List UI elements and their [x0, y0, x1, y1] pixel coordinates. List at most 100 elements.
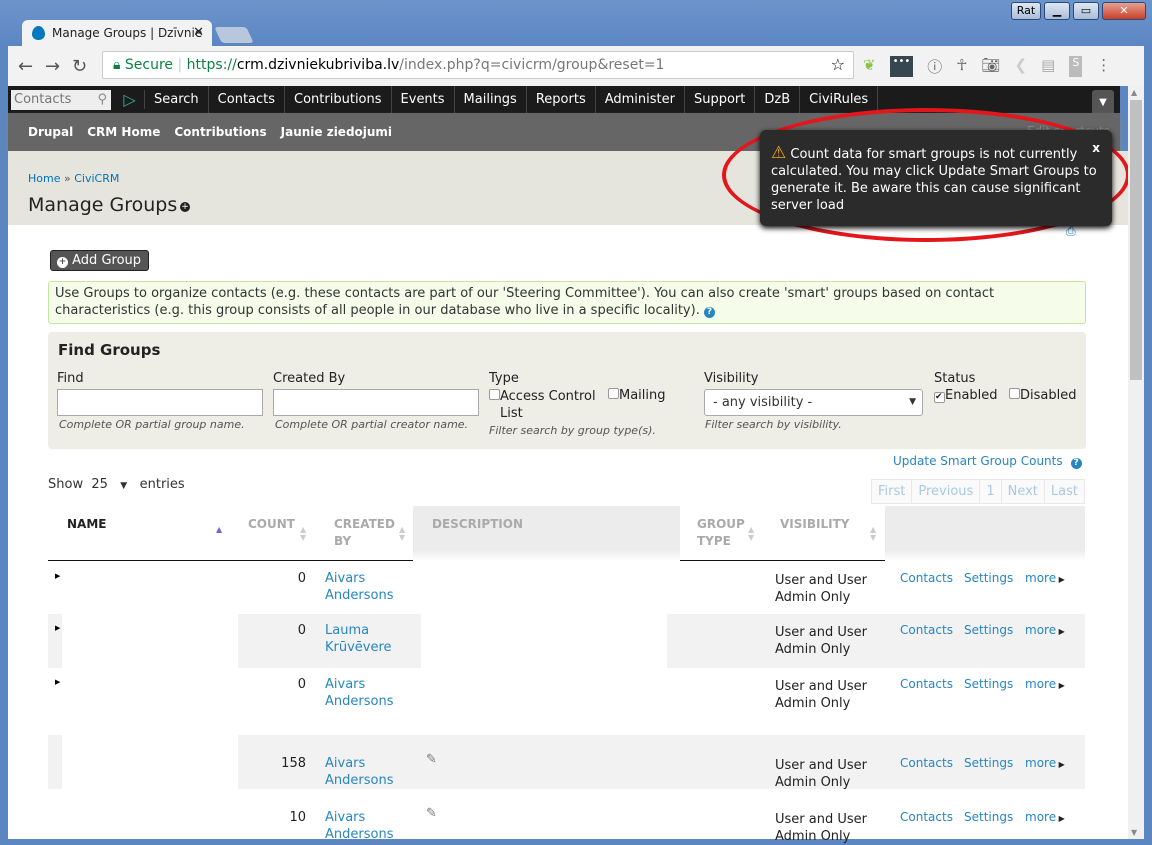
edit-pencil-icon[interactable]: ✎ [426, 751, 437, 768]
edit-pencil-icon[interactable]: ✎ [426, 805, 437, 822]
shortcut-crm-home[interactable]: CRM Home [87, 125, 160, 139]
entries-select[interactable]: 25 ▼ [91, 477, 127, 492]
creator-link[interactable]: Aivars Andersons [325, 676, 405, 710]
col-name[interactable]: NAME ▲ [48, 506, 230, 561]
help-icon[interactable]: ? [1070, 458, 1082, 469]
menu-mailings[interactable]: Mailings [455, 86, 527, 113]
menu-reports[interactable]: Reports [527, 86, 596, 113]
scroll-up-icon[interactable]: ▲ [1131, 88, 1137, 97]
more-menu[interactable]: more ▶ [1025, 676, 1065, 694]
caret-right-icon: ▶ [1056, 681, 1065, 690]
creator-link[interactable]: Aivars Andersons [325, 809, 405, 843]
back-icon[interactable]: ← [18, 56, 33, 77]
shortcut-contributions[interactable]: Contributions [174, 125, 266, 139]
expand-row-icon[interactable]: ▶ [55, 624, 60, 632]
maximize-button[interactable]: ▭ [1073, 2, 1099, 20]
url-host: crm.dzivniekubriviba.lv [236, 57, 400, 73]
find-input[interactable] [57, 389, 263, 416]
close-window-button[interactable]: ✕ [1102, 2, 1146, 20]
s-extension-icon[interactable]: S [1069, 56, 1083, 77]
settings-link[interactable]: Settings [964, 570, 1013, 587]
enabled-checkbox[interactable]: ✔ [934, 392, 945, 403]
contacts-link[interactable]: Contacts [900, 570, 953, 587]
browser-toolbar: ← → ↻ 🔒︎ Secure | https://crm.dzivniekub… [8, 46, 1144, 86]
show-label: Show [48, 477, 84, 492]
settings-link[interactable]: Settings [964, 622, 1013, 639]
expand-row-icon[interactable]: ▶ [55, 572, 60, 580]
menu-administer[interactable]: Administer [596, 86, 685, 113]
pager-last[interactable]: Last [1044, 480, 1084, 503]
breadcrumb-home[interactable]: Home [28, 172, 60, 185]
expand-row-icon[interactable]: ▶ [55, 678, 60, 686]
settings-link[interactable]: Settings [964, 809, 1013, 826]
more-menu[interactable]: more ▶ [1025, 570, 1065, 588]
menu-contacts[interactable]: Contacts [209, 86, 286, 113]
creator-link[interactable]: Aivars Andersons [325, 570, 405, 604]
pager-next[interactable]: Next [1001, 480, 1045, 503]
access-control-checkbox[interactable] [489, 389, 500, 400]
disabled-checkbox[interactable] [1009, 388, 1020, 399]
menu-support[interactable]: Support [685, 86, 756, 113]
update-smart-group-counts-link[interactable]: Update Smart Group Counts [893, 454, 1063, 468]
visibility-select[interactable]: - any visibility - ▼ [704, 389, 923, 416]
caret-right-icon: ▶ [1056, 814, 1065, 823]
col-visibility[interactable]: VISIBILITY ▲ ▼ [762, 506, 885, 561]
col-group-type[interactable]: GROUP TYPE ▲ ▼ [680, 506, 762, 561]
table-row: ▶ 0 Lauma Krūvēvere User and User Admin Onl… [48, 614, 1085, 668]
col-count[interactable]: COUNT ▲ ▼ [230, 506, 316, 561]
more-menu[interactable]: more ▶ [1025, 622, 1065, 640]
pager-page-1[interactable]: 1 [980, 480, 1002, 503]
menu-search[interactable]: Search [145, 86, 209, 113]
menu-contributions[interactable]: Contributions [285, 86, 392, 113]
creator-link[interactable]: Aivars Andersons [325, 755, 405, 789]
quicksearch-input[interactable]: Contacts ⚲ [11, 89, 111, 110]
close-tab-icon[interactable]: ✕ [193, 25, 204, 40]
more-menu[interactable]: more ▶ [1025, 755, 1065, 773]
back-extension-icon[interactable]: ❮ [1015, 56, 1028, 77]
minimize-button[interactable]: ▁ [1044, 2, 1070, 20]
shortcut-jaunie-ziedojumi[interactable]: Jaunie ziedojumi [281, 125, 392, 139]
settings-link[interactable]: Settings [964, 755, 1013, 772]
leaf-extension-icon[interactable]: ❦ [863, 56, 876, 77]
pager-previous[interactable]: Previous [912, 480, 981, 503]
group-count: 0 [297, 677, 306, 692]
forward-icon[interactable]: → [45, 56, 60, 77]
menu-events[interactable]: Events [392, 86, 455, 113]
reload-icon[interactable]: ↻ [72, 56, 87, 77]
password-extension-icon[interactable]: ••• [889, 56, 914, 77]
print-icon[interactable]: ⎙ [1066, 224, 1076, 239]
layout-extension-icon[interactable]: ▤ [1041, 56, 1055, 77]
camera-extension-icon[interactable]: 📷︎ [982, 56, 1001, 77]
help-icon[interactable]: ? [703, 307, 715, 318]
pager-first[interactable]: First [872, 480, 913, 503]
more-menu[interactable]: more ▶ [1025, 809, 1065, 827]
menu-civirules[interactable]: CiviRules [800, 86, 879, 113]
breadcrumb-civicrm[interactable]: CiviCRM [74, 172, 119, 185]
col-created-by[interactable]: CREATED BY ▲ ▼ [316, 506, 413, 561]
contacts-link[interactable]: Contacts [900, 755, 953, 772]
contacts-link[interactable]: Contacts [900, 809, 953, 826]
address-bar[interactable]: 🔒︎ Secure | https://crm.dzivniekubriviba… [102, 51, 854, 79]
add-shortcut-icon[interactable]: + [180, 202, 190, 212]
creator-link[interactable]: Lauma Krūvēvere [325, 622, 405, 656]
browser-tab[interactable]: Manage Groups | Dzīvnie ✕ [22, 20, 212, 47]
ankh-extension-icon[interactable]: ☥ [956, 56, 967, 77]
menu-dzb[interactable]: DzB [755, 86, 801, 113]
created-by-input[interactable] [273, 389, 479, 416]
contacts-link[interactable]: Contacts [900, 676, 953, 693]
mailing-checkbox[interactable] [608, 388, 619, 399]
vertical-scrollbar[interactable]: ▲ ▼ [1128, 86, 1144, 839]
browser-menu-icon[interactable]: ⋮ [1096, 56, 1111, 77]
bookmark-star-icon[interactable]: ☆ [831, 52, 845, 78]
close-notification-icon[interactable]: x [1092, 140, 1100, 157]
user-badge[interactable]: Rat [1011, 2, 1041, 20]
shortcut-drupal[interactable]: Drupal [28, 125, 73, 139]
scroll-down-icon[interactable]: ▼ [1131, 828, 1137, 837]
info-extension-icon[interactable]: ⓘ [927, 56, 942, 77]
settings-link[interactable]: Settings [964, 676, 1013, 693]
civicrm-logo-icon[interactable]: ▷ [115, 90, 145, 109]
scrollbar-thumb[interactable] [1130, 100, 1142, 380]
contacts-link[interactable]: Contacts [900, 622, 953, 639]
new-tab-button[interactable] [214, 27, 254, 43]
add-group-button[interactable]: + Add Group [50, 250, 149, 271]
